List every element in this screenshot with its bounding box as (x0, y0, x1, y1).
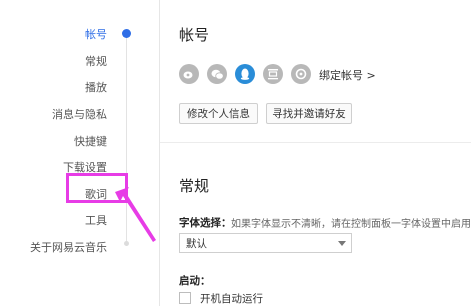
nav-active-indicator (122, 29, 131, 38)
sidebar-item-tools[interactable]: 工具 (85, 212, 107, 228)
settings-sidebar: 帐号 常规 播放 消息与隐私 快捷键 下载设置 歌词 工具 关于网易云音乐 (0, 0, 160, 306)
weibo-icon[interactable] (179, 64, 199, 84)
bind-account-link[interactable]: 绑定帐号 > (319, 67, 376, 83)
chevron-down-icon (338, 241, 346, 246)
font-select-dropdown[interactable]: 默认 (179, 233, 352, 253)
sidebar-item-privacy[interactable]: 消息与隐私 (52, 106, 107, 122)
sidebar-item-shortcuts[interactable]: 快捷键 (74, 133, 107, 149)
sidebar-item-playback[interactable]: 播放 (85, 79, 107, 95)
sidebar-item-general[interactable]: 常规 (85, 53, 107, 69)
section-divider (160, 142, 471, 143)
autostart-checkbox[interactable] (179, 292, 191, 304)
account-section-title: 帐号 (179, 26, 210, 44)
startup-label: 启动： (179, 275, 211, 287)
font-select-label: 字体选择： (179, 217, 232, 229)
qq-icon[interactable] (235, 64, 255, 84)
wechat-icon[interactable] (207, 64, 227, 84)
general-section-title: 常规 (179, 177, 210, 195)
font-hint-text: 如果字体显示不清晰，请在控制面板一字体设置中启用 (231, 219, 471, 230)
sidebar-item-account[interactable]: 帐号 (85, 26, 107, 42)
yixin-icon[interactable] (291, 64, 311, 84)
font-select-value: 默认 (186, 237, 207, 250)
find-friends-button[interactable]: 寻找并邀请好友 (266, 103, 352, 124)
annotation-arrow (115, 187, 156, 242)
sidebar-item-about[interactable]: 关于网易云音乐 (30, 239, 107, 255)
autostart-label[interactable]: 开机自动运行 (200, 291, 263, 306)
douban-icon[interactable] (263, 64, 283, 84)
edit-profile-button[interactable]: 修改个人信息 (179, 103, 258, 124)
